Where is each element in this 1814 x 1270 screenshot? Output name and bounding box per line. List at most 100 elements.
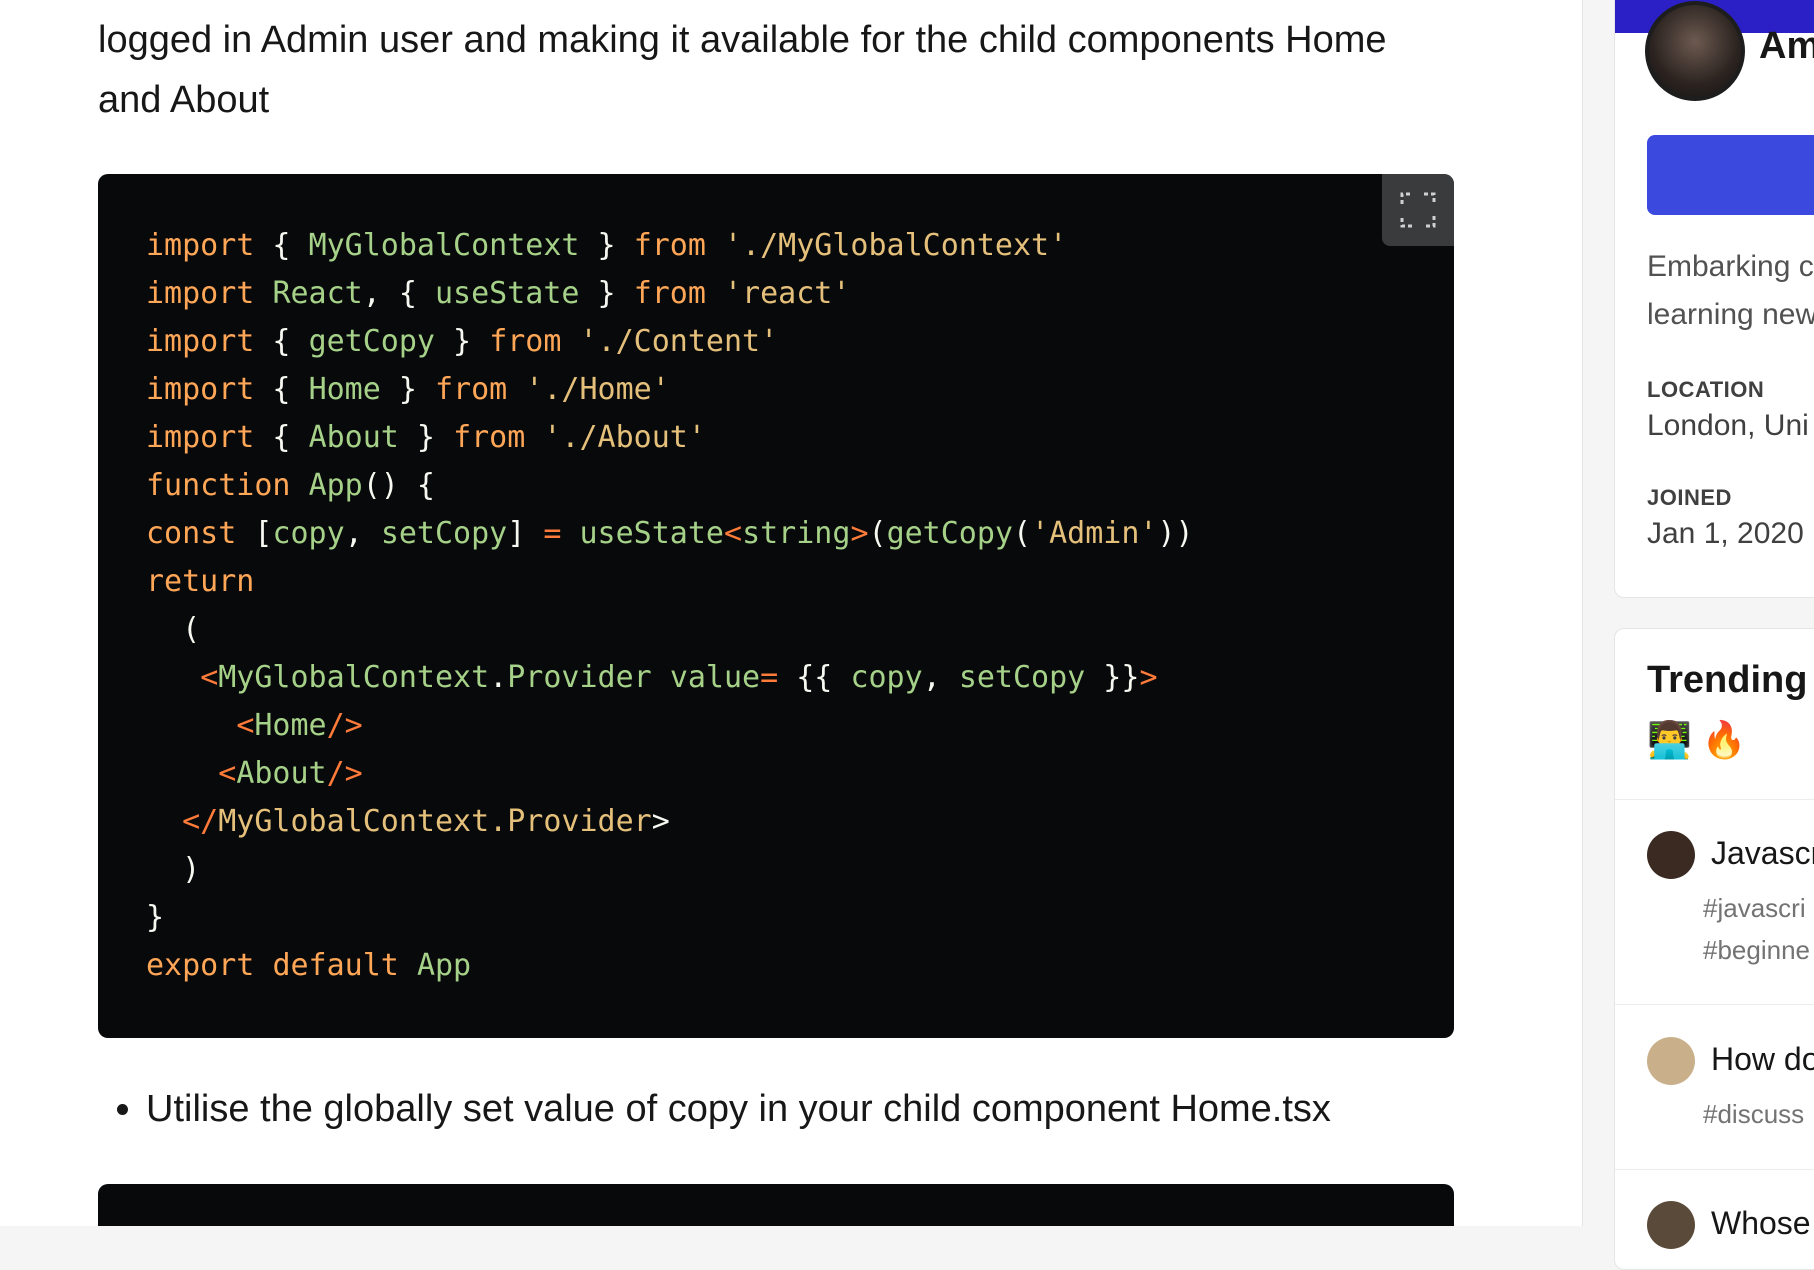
code-token: './About' — [543, 420, 706, 455]
code-token: ) — [146, 852, 201, 887]
code-token: < — [218, 756, 237, 791]
code-token: } — [579, 228, 634, 263]
trending-item-tag[interactable]: #beginne — [1703, 935, 1810, 966]
code-token: } — [435, 324, 490, 359]
trending-item-tag[interactable]: #discuss — [1703, 1099, 1804, 1130]
code-token: export — [146, 948, 255, 983]
code-token: from — [633, 228, 706, 263]
code-token: [ — [236, 516, 273, 551]
code-token: </ — [182, 804, 219, 839]
trending-item-tag[interactable]: #javascri — [1703, 893, 1806, 924]
code-token: string — [742, 516, 851, 551]
follow-button[interactable] — [1647, 135, 1814, 215]
code-token: default — [272, 948, 399, 983]
avatar — [1647, 831, 1695, 879]
bio-line-2: learning new — [1647, 298, 1814, 331]
code-token: useState — [579, 516, 725, 551]
code-token: import — [146, 276, 255, 311]
divider — [1615, 1169, 1814, 1170]
code-token: , — [922, 660, 959, 695]
code-token: useState — [435, 276, 580, 311]
code-token: {{ — [778, 660, 851, 695]
code-token: return — [146, 564, 255, 599]
code-token: } — [398, 420, 454, 455]
code-token: copy — [850, 660, 923, 695]
code-token: > — [1139, 660, 1158, 695]
code-line: <About/> — [146, 750, 1194, 798]
code-token: = — [543, 516, 562, 551]
code-line: <MyGlobalContext.Provider value= {{ copy… — [146, 654, 1194, 702]
code-line: import { Home } from './Home' — [146, 366, 1194, 414]
code-block-2 — [98, 1184, 1454, 1226]
code-token: { — [254, 420, 309, 455]
code-line: import { About } from './About' — [146, 414, 1194, 462]
trending-item-title[interactable]: Javascr — [1711, 835, 1814, 872]
code-line: ) — [146, 846, 1194, 894]
code-token: ( — [868, 516, 887, 551]
avatar[interactable] — [1645, 1, 1745, 101]
code-line: function App() { — [146, 462, 1194, 510]
code-line: <Home/> — [146, 702, 1194, 750]
trending-item-title[interactable]: How do — [1711, 1041, 1814, 1078]
code-token: './Content' — [579, 324, 779, 359]
code-token: < — [236, 708, 255, 743]
code-token: > — [850, 516, 869, 551]
code-line: </MyGlobalContext.Provider> — [146, 798, 1194, 846]
code-token: } — [579, 276, 634, 311]
code-line: ( — [146, 606, 1194, 654]
code-token: import — [146, 228, 255, 263]
code-token: < — [724, 516, 743, 551]
code-token: } — [380, 372, 435, 407]
bullet-item: Utilise the globally set value of copy i… — [146, 1082, 1331, 1136]
code-token: ] — [507, 516, 544, 551]
code-line: import React, { useState } from 'react' — [146, 270, 1194, 318]
fullscreen-button[interactable] — [1382, 174, 1454, 246]
code-token: } — [146, 900, 165, 935]
joined-label: JOINED — [1647, 485, 1732, 510]
code-token: App — [416, 948, 472, 983]
code-token: './Home' — [525, 372, 670, 407]
code-token: = — [760, 660, 779, 695]
code-token: )) — [1157, 516, 1194, 551]
code-token: from — [489, 324, 562, 359]
code-block: import { MyGlobalContext } from './MyGlo… — [98, 174, 1454, 1038]
code-token: Provider — [507, 660, 652, 695]
location-value: London, Uni — [1647, 409, 1809, 442]
avatar — [1647, 1037, 1695, 1085]
fullscreen-icon — [1400, 192, 1436, 228]
trending-title[interactable]: Trending — [1647, 659, 1807, 702]
code-token: getCopy — [886, 516, 1013, 551]
bullet-list: Utilise the globally set value of copy i… — [98, 1082, 1331, 1136]
trending-item-title[interactable]: Whose — [1711, 1205, 1811, 1242]
profile-name[interactable]: Am — [1759, 25, 1814, 68]
sidebar: Am Embarking c learning new LOCATION Lon… — [1614, 0, 1814, 1270]
code-token: from — [435, 372, 508, 407]
code-line: import { getCopy } from './Content' — [146, 318, 1194, 366]
code-token: MyGlobalContext — [308, 228, 580, 263]
code-token: ( — [146, 612, 201, 647]
code-token: }} — [1085, 660, 1140, 695]
code-token: . — [489, 660, 508, 695]
code-token: , — [344, 516, 381, 551]
code-token: copy — [272, 516, 345, 551]
article-paragraph: logged in Admin user and making it avail… — [98, 10, 1468, 130]
trending-card: Trending 👨‍💻 🔥 Javascr #javascri #beginn… — [1614, 628, 1814, 1270]
code-token: /> — [326, 756, 363, 791]
code-token: from — [633, 276, 706, 311]
code-token: from — [453, 420, 526, 455]
code-token: About — [308, 420, 399, 455]
code-token: './MyGlobalContext' — [724, 228, 1068, 263]
profile-card: Am Embarking c learning new LOCATION Lon… — [1614, 0, 1814, 598]
divider — [1615, 799, 1814, 800]
